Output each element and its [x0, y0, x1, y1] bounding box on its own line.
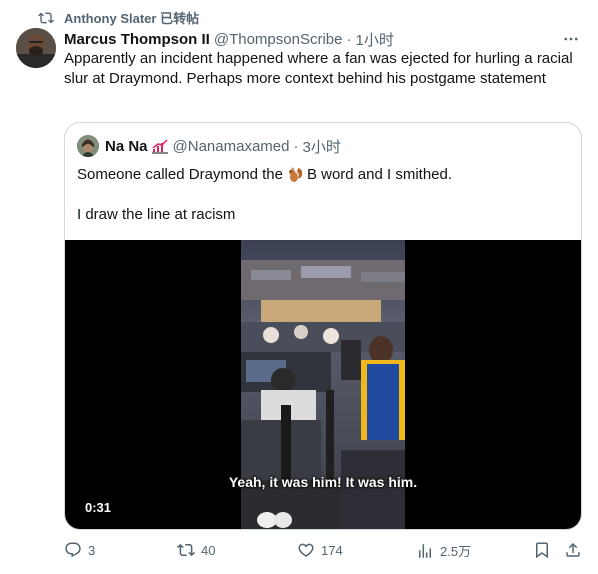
repost-label: Anthony Slater 已转帖 — [64, 11, 200, 26]
separator-dot: · — [346, 31, 352, 48]
tweet-timestamp[interactable]: 1小时 — [355, 29, 393, 50]
share-icon — [566, 542, 580, 557]
views-button[interactable]: 2.5万 — [416, 541, 471, 560]
reply-icon — [65, 542, 81, 558]
share-button[interactable] — [564, 541, 588, 559]
bookmark-button[interactable] — [533, 541, 557, 559]
quoted-text-after-emoji: B word and I smithed. — [306, 166, 453, 183]
quoted-text-before-emoji: Someone called Draymond the — [77, 166, 283, 183]
like-count: 174 — [321, 542, 343, 558]
heart-icon — [298, 543, 314, 557]
quoted-text-line-1: Someone called Draymond the B word and I… — [77, 165, 452, 185]
view-count: 2.5万 — [440, 544, 472, 559]
repost-indicator[interactable]: Anthony Slater 已转帖 — [38, 8, 199, 27]
squirrel-emoji-icon — [288, 167, 303, 182]
more-options-icon[interactable] — [562, 30, 580, 48]
quoted-separator-dot: · — [293, 138, 299, 155]
video-caption: Yeah, it was him! It was him. — [228, 474, 418, 490]
action-bar: 3 40 174 2.5万 — [64, 541, 584, 563]
reply-button[interactable]: 3 — [64, 541, 95, 559]
repost-count: 40 — [201, 542, 216, 558]
quoted-tweet[interactable]: Na Na @Nanamaxamed · 3小时 Someone called … — [64, 122, 582, 530]
repost-button[interactable]: 40 — [177, 541, 215, 559]
quoted-header: Na Na @Nanamaxamed · 3小时 — [105, 136, 341, 157]
video-player[interactable]: Yeah, it was him! It was him. 0:31 — [65, 240, 581, 529]
author-name[interactable]: Marcus Thompson II — [64, 31, 210, 48]
repost-icon — [38, 12, 54, 23]
quoted-author-avatar[interactable] — [77, 135, 99, 157]
reply-count: 3 — [88, 542, 96, 558]
repost-action-icon — [177, 543, 195, 557]
video-duration: 0:31 — [85, 500, 112, 515]
quoted-timestamp[interactable]: 3小时 — [302, 136, 340, 157]
quoted-text-line-2: I draw the line at racism — [77, 206, 236, 223]
tweet-text: Apparently an incident happened where a … — [64, 50, 573, 87]
author-handle[interactable]: @ThompsonScribe — [214, 31, 343, 48]
analytics-icon — [419, 543, 431, 558]
tweet-header: Marcus Thompson II @ThompsonScribe · 1小时 — [64, 29, 558, 50]
quoted-author-handle[interactable]: @Nanamaxamed — [173, 138, 290, 155]
bookmark-icon — [536, 542, 548, 559]
author-avatar[interactable] — [16, 28, 56, 68]
like-button[interactable]: 174 — [297, 541, 343, 559]
quoted-author-name[interactable]: Na Na — [105, 138, 148, 155]
chart-increasing-emoji-icon — [151, 138, 168, 154]
